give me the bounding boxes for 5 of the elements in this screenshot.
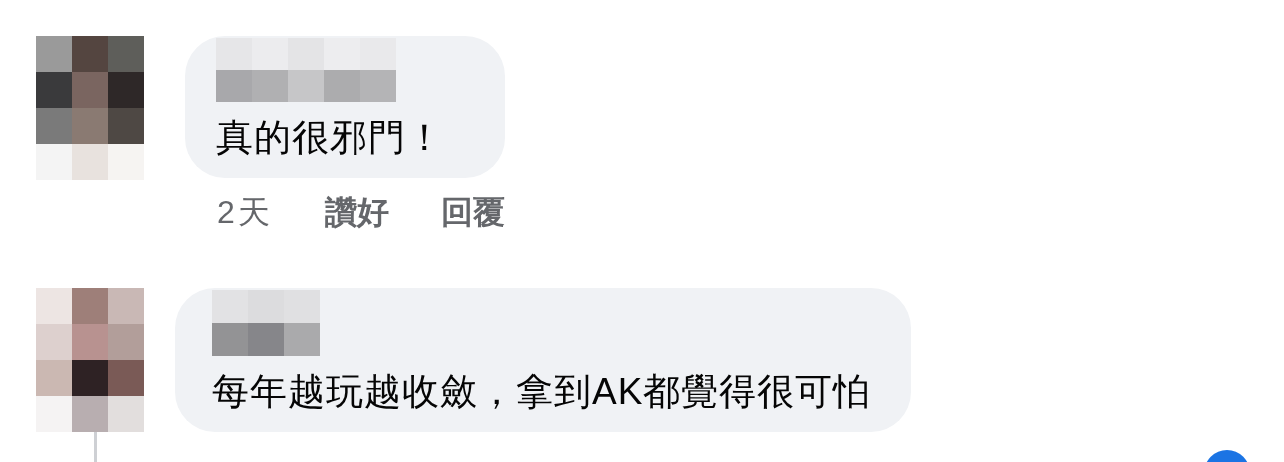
comment-text: 每年越玩越收斂，拿到AK都覺得很可怕 bbox=[212, 370, 872, 414]
reply-link[interactable]: 回覆 bbox=[440, 192, 505, 232]
timestamp[interactable]: 2天 bbox=[217, 192, 273, 232]
like-link[interactable]: 讚好 bbox=[324, 192, 389, 232]
comment-text: 真的很邪門！ bbox=[216, 116, 445, 160]
